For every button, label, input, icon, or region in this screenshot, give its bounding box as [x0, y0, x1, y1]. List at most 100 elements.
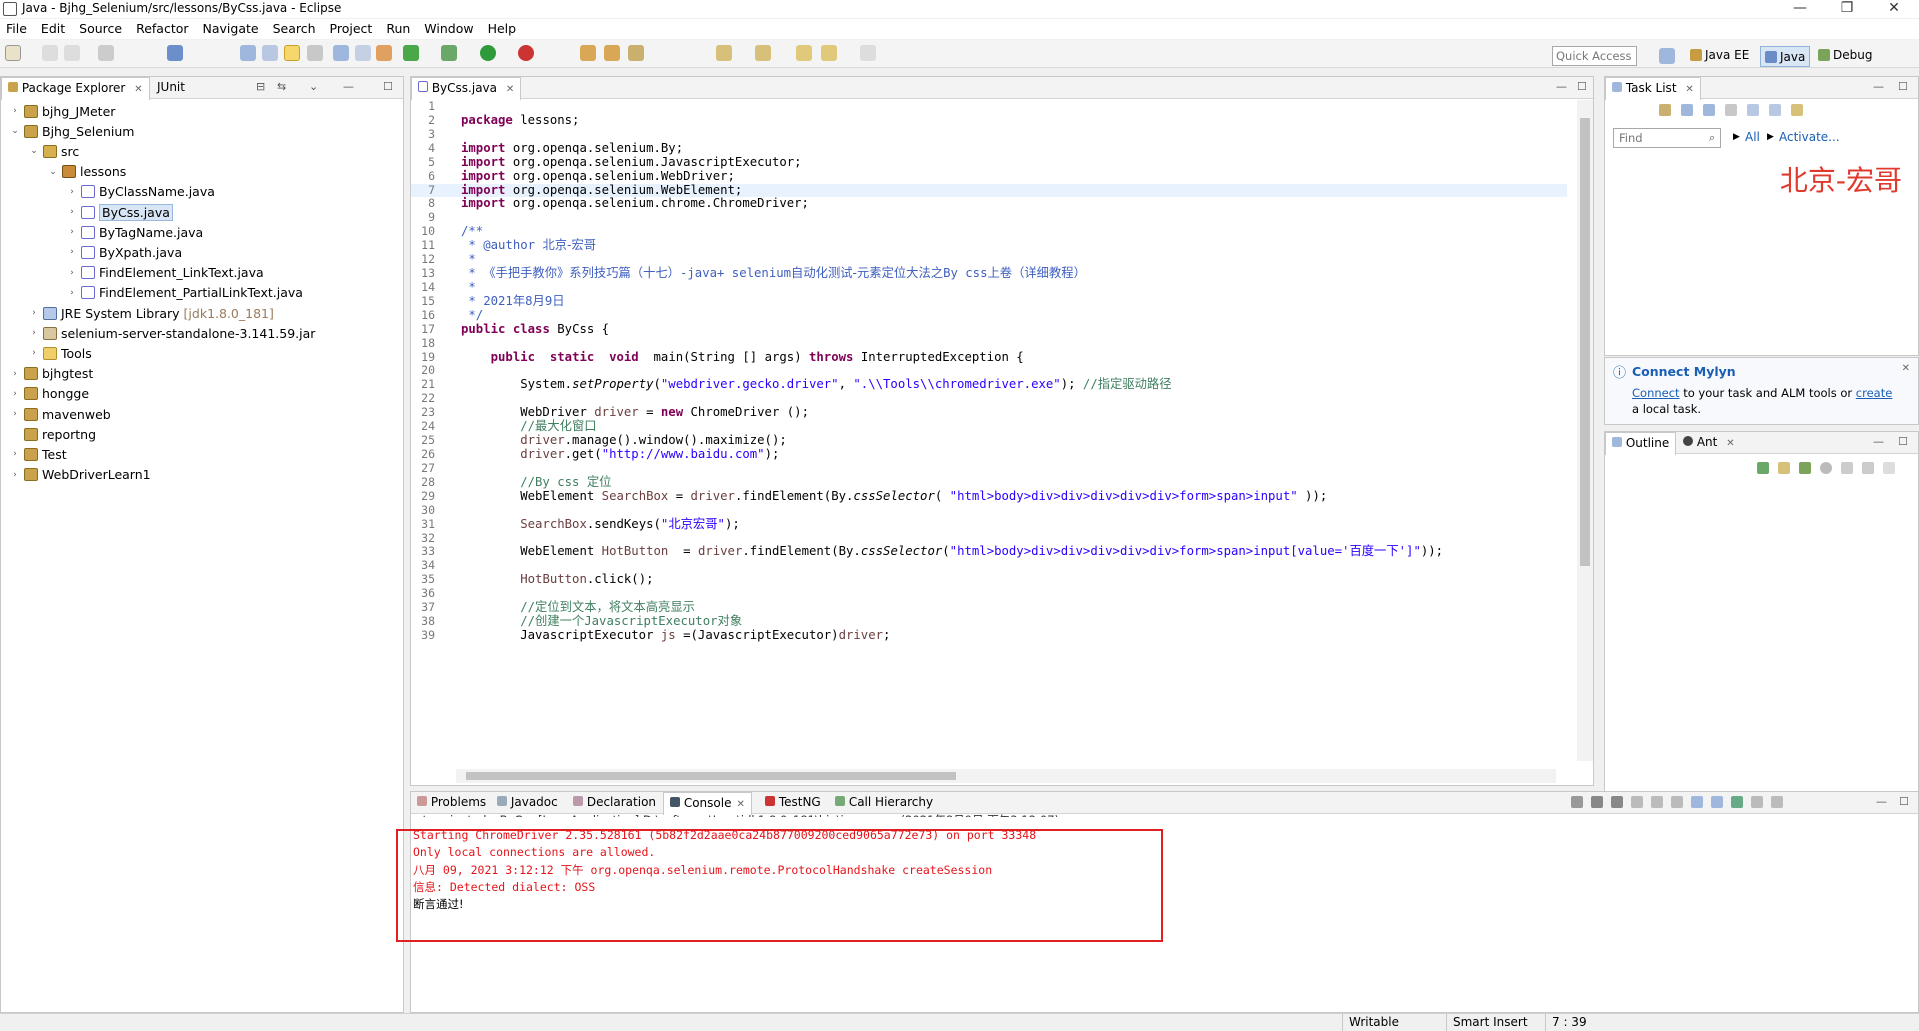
- block-selection-icon[interactable]: [307, 45, 323, 61]
- remove-all-icon[interactable]: [1862, 462, 1874, 474]
- tab-outline[interactable]: Outline: [1605, 432, 1677, 455]
- collapsed-twisty-icon[interactable]: ›: [66, 268, 78, 278]
- restore-button[interactable]: ❐: [1833, 0, 1861, 18]
- quick-access-input[interactable]: Quick Access: [1552, 46, 1637, 66]
- code-line[interactable]: 19 public static void main(String [] arg…: [411, 350, 1567, 365]
- code-line[interactable]: 26 driver.get("http://www.baidu.com");: [411, 447, 1567, 462]
- scheduled-icon[interactable]: [1703, 104, 1715, 116]
- pin-console-icon[interactable]: [1731, 796, 1743, 808]
- next-annotation-icon[interactable]: [716, 45, 732, 61]
- show-stdout-icon[interactable]: [1691, 796, 1703, 808]
- code-line[interactable]: 3: [411, 127, 1567, 142]
- collapsed-twisty-icon[interactable]: ›: [66, 207, 78, 217]
- code-line[interactable]: 21 System.setProperty("webdriver.gecko.d…: [411, 377, 1567, 392]
- code-line[interactable]: 11 * @author 北京-宏哥: [411, 238, 1567, 253]
- code-line[interactable]: 2 package lessons;: [411, 113, 1567, 128]
- code-line[interactable]: 25 driver.manage().window().maximize();: [411, 433, 1567, 448]
- collapsed-twisty-icon[interactable]: ›: [9, 409, 21, 419]
- perspective-java-ee[interactable]: Java EE: [1690, 48, 1749, 62]
- terminal-icon[interactable]: [167, 45, 183, 61]
- hide-internal-icon[interactable]: [1820, 462, 1832, 474]
- code-line[interactable]: 27: [411, 461, 1567, 476]
- code-line[interactable]: 18: [411, 336, 1567, 351]
- last-edit-icon[interactable]: [796, 45, 812, 61]
- collapsed-twisty-icon[interactable]: ›: [9, 389, 21, 399]
- sync-icon[interactable]: [1791, 104, 1803, 116]
- open-console-icon[interactable]: [1771, 796, 1783, 808]
- collapsed-twisty-icon[interactable]: ›: [66, 288, 78, 298]
- word-wrap-icon[interactable]: [1671, 796, 1683, 808]
- task-find-input[interactable]: Find: [1613, 128, 1721, 148]
- search-buildfile-icon[interactable]: [1778, 462, 1790, 474]
- filter-icon[interactable]: [1725, 104, 1737, 116]
- code-line[interactable]: 1: [411, 100, 1567, 114]
- collapsed-twisty-icon[interactable]: ›: [9, 369, 21, 379]
- collapsed-twisty-icon[interactable]: ›: [66, 247, 78, 257]
- remove-icon[interactable]: [1841, 462, 1853, 474]
- terminate-icon[interactable]: [1571, 796, 1583, 808]
- menu-edit[interactable]: Edit: [35, 19, 73, 39]
- categorized-icon[interactable]: [1681, 104, 1693, 116]
- tab-ant[interactable]: Ant ✕: [1677, 432, 1741, 454]
- tree-item[interactable]: › bjhgtest: [9, 364, 93, 384]
- new-class-icon[interactable]: [628, 45, 644, 61]
- code-line[interactable]: 37 //定位到文本，将文本高亮显示: [411, 600, 1567, 615]
- maximize-view-icon[interactable]: ☐: [1899, 795, 1909, 808]
- editor-horizontal-scrollbar[interactable]: [456, 769, 1556, 783]
- collapsed-twisty-icon[interactable]: ›: [9, 106, 21, 116]
- code-line[interactable]: 5 import org.openqa.selenium.JavascriptEx…: [411, 155, 1567, 170]
- code-line[interactable]: 29 WebElement SearchBox = driver.findEle…: [411, 489, 1567, 504]
- coverage-icon[interactable]: [403, 45, 419, 61]
- collapsed-twisty-icon[interactable]: ›: [66, 227, 78, 237]
- tree-item[interactable]: › ByXpath.java: [66, 242, 182, 262]
- new-icon[interactable]: [5, 45, 21, 61]
- code-line[interactable]: 31 SearchBox.sendKeys("北京宏哥");: [411, 517, 1567, 532]
- minimize-view-icon[interactable]: —: [1873, 435, 1884, 448]
- code-line[interactable]: 36: [411, 586, 1567, 601]
- link-editor-icon[interactable]: ⇆: [277, 80, 286, 93]
- toggle-icon[interactable]: [355, 45, 371, 61]
- tab-problems[interactable]: Problems: [411, 792, 492, 814]
- code-line[interactable]: 35 HotButton.click();: [411, 572, 1567, 587]
- menu-window[interactable]: Window: [418, 19, 481, 39]
- minimize-view-icon[interactable]: —: [1876, 795, 1887, 808]
- add-buildfile-icon[interactable]: [1757, 462, 1769, 474]
- tree-item[interactable]: › selenium-server-standalone-3.141.59.jar: [28, 323, 315, 343]
- minimize-editor-icon[interactable]: —: [1556, 80, 1567, 93]
- tab-call-hierarchy[interactable]: Call Hierarchy: [829, 792, 939, 814]
- tree-item[interactable]: › FindElement_PartialLinkText.java: [66, 283, 303, 303]
- collapsed-twisty-icon[interactable]: ›: [9, 470, 21, 480]
- view-menu-icon[interactable]: ⌄: [309, 80, 318, 93]
- tree-item[interactable]: › hongge: [9, 384, 89, 404]
- code-line[interactable]: 39 JavascriptExecutor js =(JavascriptExe…: [411, 628, 1567, 643]
- code-line[interactable]: 28 //By css 定位: [411, 475, 1567, 490]
- code-line[interactable]: 13 * 《手把手教你》系列技巧篇（十七）-java+ selenium自动化测…: [411, 266, 1567, 281]
- collapsed-twisty-icon[interactable]: ›: [28, 328, 40, 338]
- code-line[interactable]: 12 *: [411, 252, 1567, 267]
- code-line[interactable]: 33 WebElement HotButton = driver.findEle…: [411, 544, 1567, 559]
- collapsed-twisty-icon[interactable]: ›: [66, 187, 78, 197]
- minimize-view-icon[interactable]: —: [1873, 80, 1884, 93]
- tab-testng[interactable]: TestNG: [759, 792, 827, 814]
- collapsed-twisty-icon[interactable]: ›: [9, 449, 21, 459]
- create-link[interactable]: create: [1856, 386, 1893, 400]
- save-all-icon[interactable]: [64, 45, 80, 61]
- show-stderr-icon[interactable]: [1711, 796, 1723, 808]
- menu-navigate[interactable]: Navigate: [197, 19, 267, 39]
- tree-item[interactable]: ⌄ src: [28, 141, 79, 161]
- tree-item[interactable]: › Test: [9, 444, 66, 464]
- code-line[interactable]: 14 *: [411, 280, 1567, 295]
- remove-all-launches-icon[interactable]: [1611, 796, 1623, 808]
- code-line[interactable]: 38 //创建一个JavascriptExecutor对象: [411, 614, 1567, 629]
- tree-item[interactable]: reportng: [9, 424, 96, 444]
- code-line[interactable]: 17 public class ByCss {: [411, 322, 1567, 337]
- remove-launch-icon[interactable]: [1591, 796, 1603, 808]
- code-line[interactable]: 16 */: [411, 308, 1567, 323]
- external-run-icon[interactable]: [518, 45, 534, 61]
- menu-search[interactable]: Search: [267, 19, 324, 39]
- scroll-thumb[interactable]: [1580, 118, 1590, 566]
- collapse-all-icon[interactable]: [1769, 104, 1781, 116]
- collapsed-twisty-icon[interactable]: ›: [28, 308, 40, 318]
- perspective-java[interactable]: Java: [1760, 46, 1811, 67]
- tree-item[interactable]: › ByTagName.java: [66, 222, 203, 242]
